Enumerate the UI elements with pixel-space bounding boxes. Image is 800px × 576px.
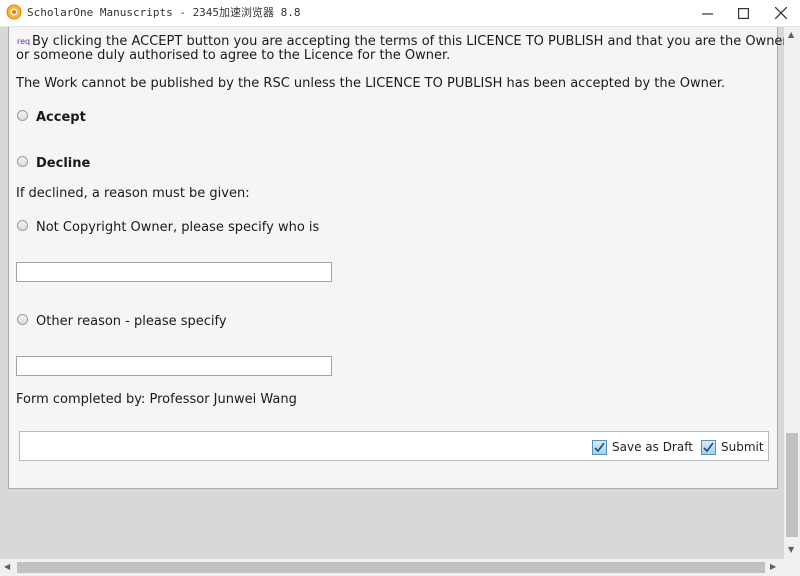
window-title: ScholarOne Manuscripts - 2345加速浏览器 8.8 xyxy=(27,6,301,19)
submit-button[interactable]: Submit xyxy=(701,438,764,456)
terms-text-line-1: By clicking the ACCEPT button you are ac… xyxy=(32,34,784,49)
form-completed-by: Form completed by: Professor Junwei Wang xyxy=(16,392,297,407)
save-as-draft-label: Save as Draft xyxy=(612,440,693,454)
scroll-down-arrow-icon[interactable]: ▼ xyxy=(788,546,794,554)
maximize-icon xyxy=(737,7,749,19)
other-reason-radio[interactable] xyxy=(17,314,28,325)
decline-label[interactable]: Decline xyxy=(36,156,90,171)
submit-label: Submit xyxy=(721,440,764,454)
close-button[interactable] xyxy=(762,0,800,26)
minimize-icon xyxy=(701,8,713,19)
horizontal-scrollbar[interactable]: ◀ ▶ xyxy=(0,559,784,576)
close-icon xyxy=(775,7,787,19)
not-copyright-owner-radio[interactable] xyxy=(17,220,28,231)
vertical-scroll-thumb[interactable] xyxy=(786,433,798,537)
decline-reason-prompt: If declined, a reason must be given: xyxy=(16,186,250,201)
publish-notice: The Work cannot be published by the RSC … xyxy=(16,76,726,91)
other-reason-input[interactable] xyxy=(16,356,332,376)
copyright-owner-input[interactable] xyxy=(16,262,332,282)
window-title-bar: ScholarOne Manuscripts - 2345加速浏览器 8.8 xyxy=(0,0,800,27)
action-bar: Save as Draft Submit xyxy=(19,431,769,461)
horizontal-scroll-thumb[interactable] xyxy=(17,562,765,573)
not-copyright-owner-label[interactable]: Not Copyright Owner, please specify who … xyxy=(36,220,319,235)
maximize-button[interactable] xyxy=(724,0,762,26)
accept-radio[interactable] xyxy=(17,110,28,121)
minimize-button[interactable] xyxy=(688,0,726,26)
licence-form-panel: req By clicking the ACCEPT button you ar… xyxy=(8,27,784,489)
checkmark-icon xyxy=(592,439,607,455)
scroll-up-arrow-icon[interactable]: ▲ xyxy=(788,31,794,39)
required-indicator: req xyxy=(17,37,31,46)
accept-label[interactable]: Accept xyxy=(36,110,86,125)
vertical-scrollbar[interactable]: ▲ ▼ xyxy=(784,27,800,559)
browser-logo-icon xyxy=(6,4,22,20)
terms-text-line-2: or someone duly authorised to agree to t… xyxy=(16,48,451,63)
scrollbar-corner xyxy=(784,559,800,576)
other-reason-label[interactable]: Other reason - please specify xyxy=(36,314,227,329)
checkmark-icon xyxy=(701,439,716,455)
scroll-left-arrow-icon[interactable]: ◀ xyxy=(4,563,10,571)
page-viewport: req By clicking the ACCEPT button you ar… xyxy=(0,27,784,559)
decline-radio[interactable] xyxy=(17,156,28,167)
scroll-right-arrow-icon[interactable]: ▶ xyxy=(770,563,776,571)
save-as-draft-button[interactable]: Save as Draft xyxy=(592,438,693,456)
